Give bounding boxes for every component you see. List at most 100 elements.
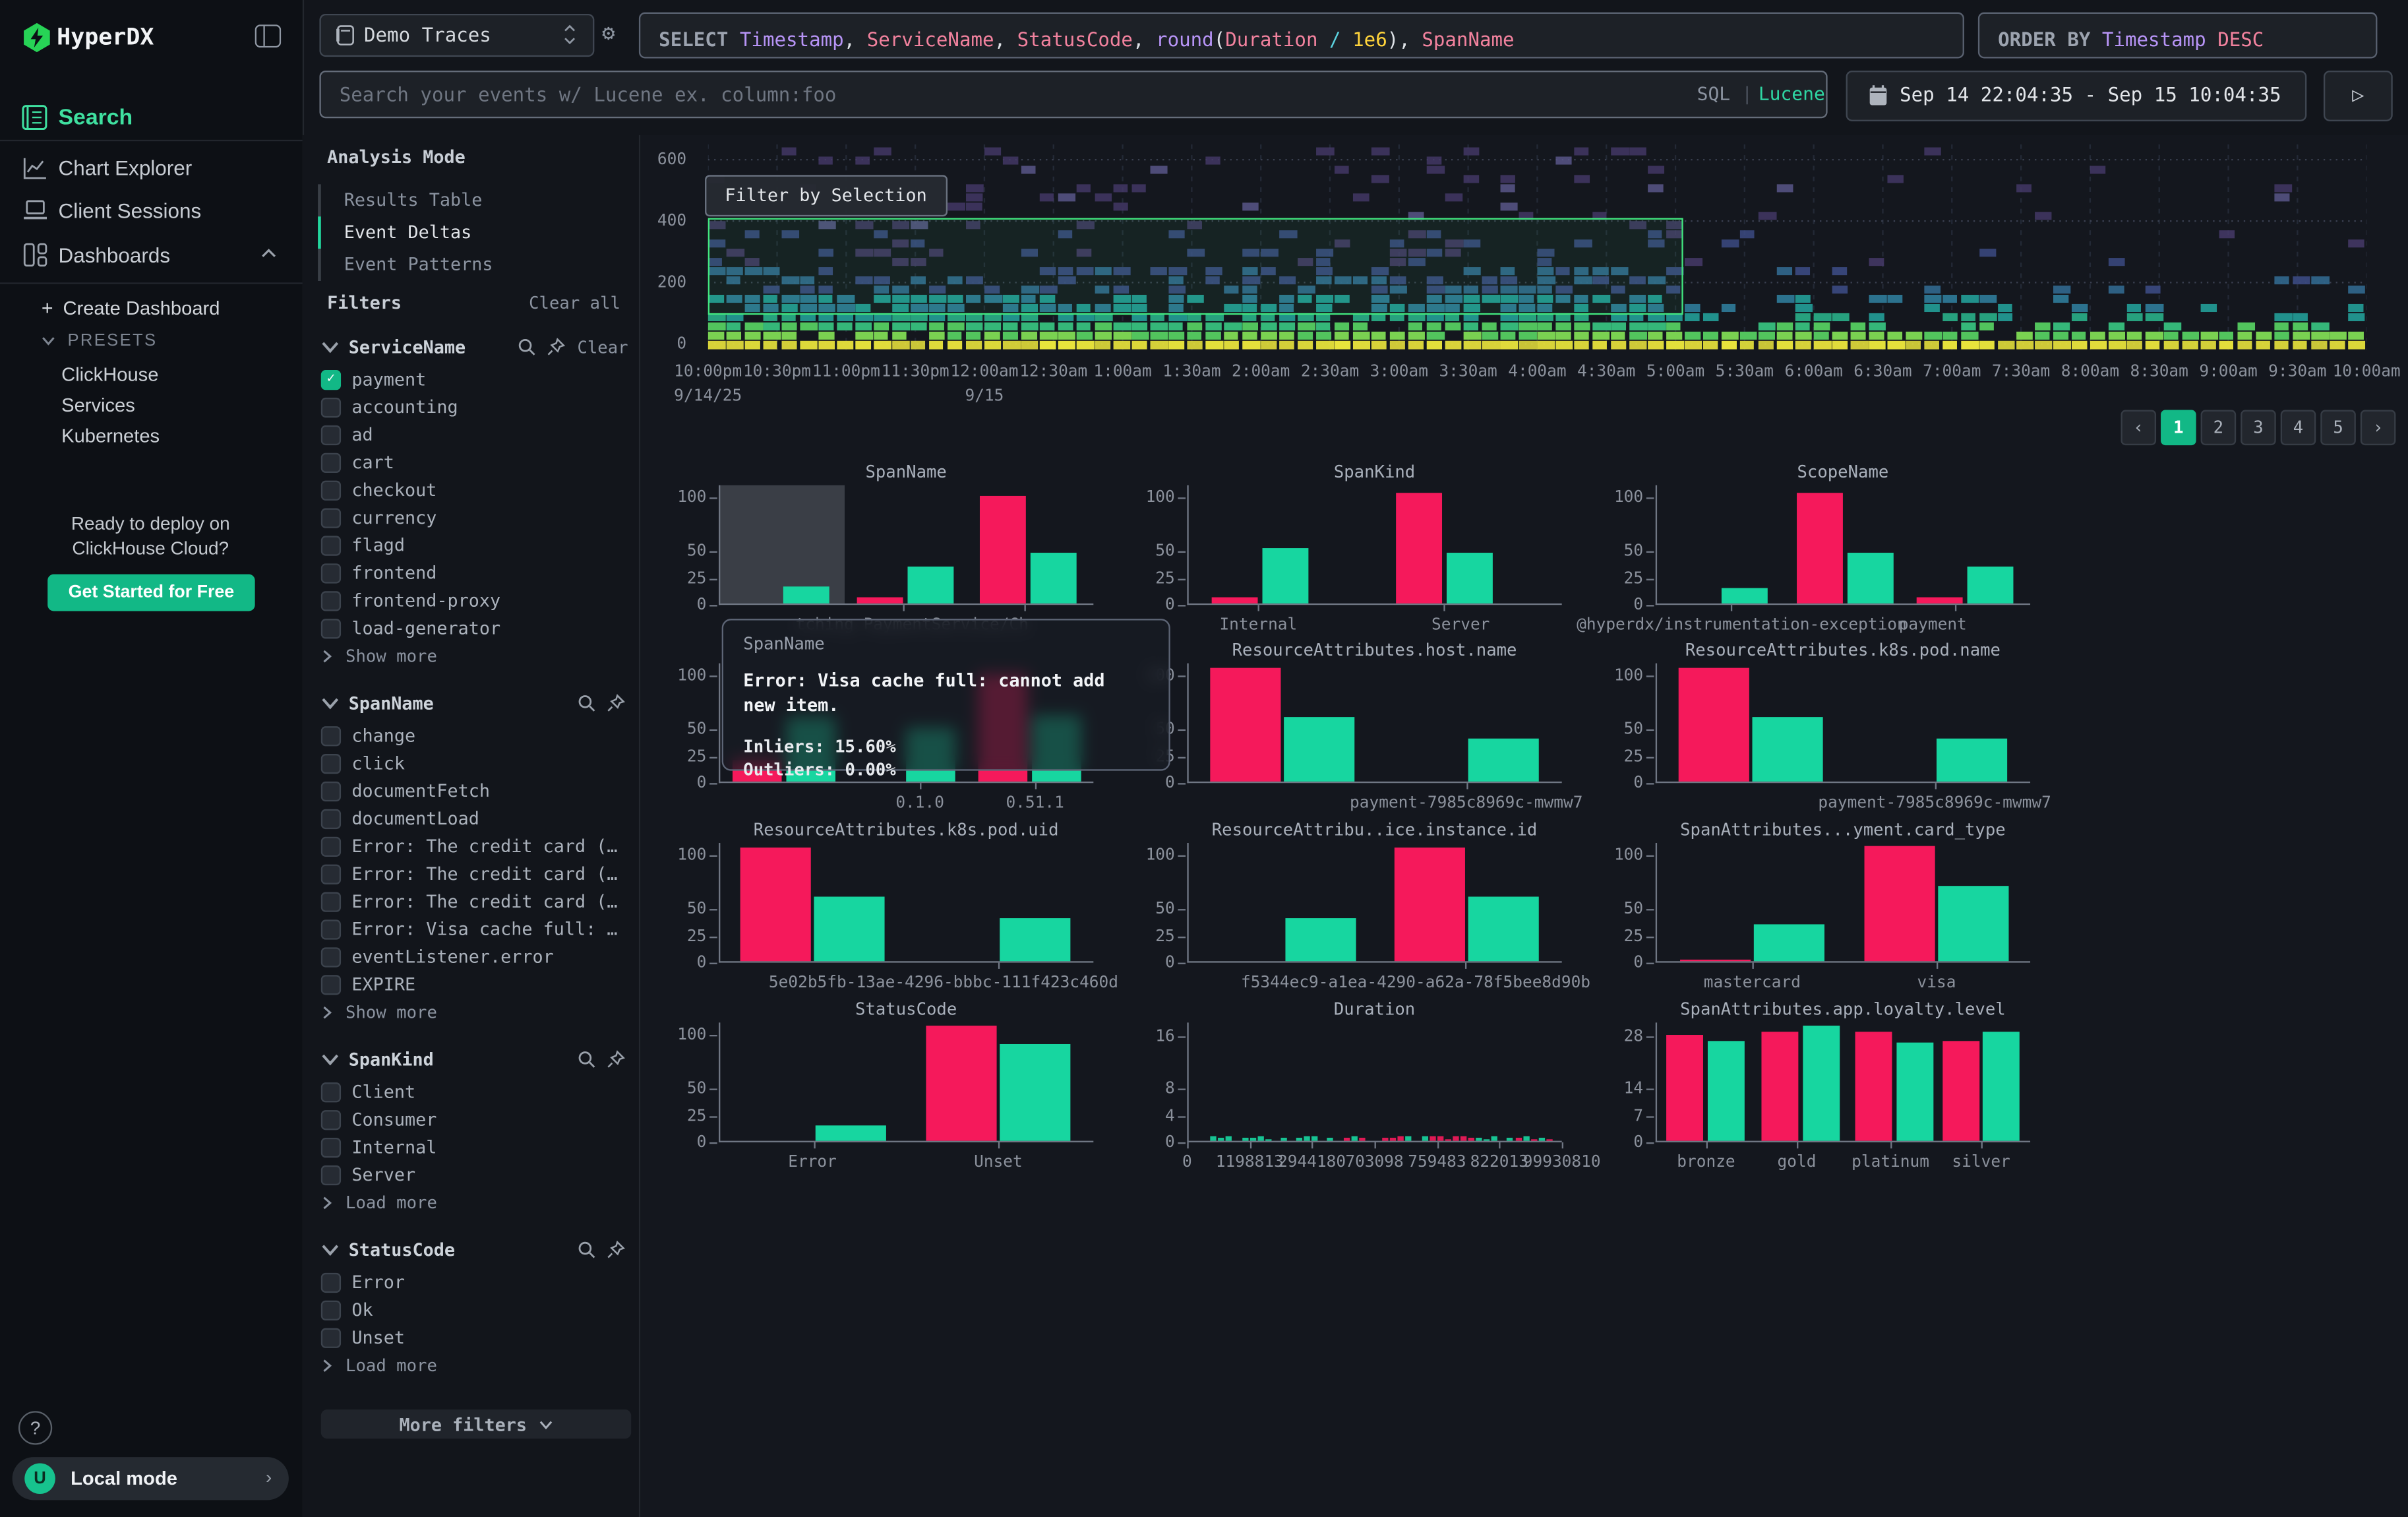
checkbox-unchecked[interactable]	[321, 425, 341, 445]
bar-inliers[interactable]	[1285, 918, 1356, 961]
bar-outliers[interactable]	[1212, 597, 1258, 604]
sidebar-item-kubernetes[interactable]: Kubernetes	[61, 425, 160, 447]
bar-inliers[interactable]	[1722, 588, 1768, 604]
page-button-1[interactable]: 1	[2161, 410, 2196, 446]
search-input[interactable]	[319, 71, 1827, 118]
pin-icon[interactable]	[607, 1241, 625, 1259]
create-dashboard-button[interactable]: Create Dashboard	[63, 298, 220, 320]
bar-inliers[interactable]	[783, 587, 829, 604]
filter-checkbox-row[interactable]: documentFetch	[321, 777, 628, 805]
filter-checkbox-row[interactable]: cart	[321, 449, 628, 476]
chevron-down-icon[interactable]	[321, 338, 340, 356]
source-select[interactable]: Demo Traces	[319, 14, 594, 57]
bar-outliers[interactable]	[1678, 668, 1749, 782]
show-more-link[interactable]: Show more	[321, 998, 628, 1026]
filter-checkbox-row[interactable]: Ok	[321, 1296, 628, 1324]
page-button-3[interactable]: 3	[2241, 410, 2276, 446]
checkbox-unchecked[interactable]	[321, 618, 341, 638]
sql-toggle[interactable]: SQL	[1697, 83, 1731, 105]
bar-inliers[interactable]	[1030, 552, 1076, 604]
filter-checkbox-row[interactable]: Consumer	[321, 1105, 628, 1133]
chevron-right-icon[interactable]: ›	[266, 1466, 272, 1488]
checkbox-unchecked[interactable]	[321, 397, 341, 417]
bar-outliers[interactable]	[1942, 1041, 1979, 1141]
filter-checkbox-row[interactable]: flagd	[321, 531, 628, 559]
checkbox-unchecked[interactable]	[321, 1327, 341, 1347]
bar-outliers[interactable]	[1864, 847, 1935, 961]
bar-outliers[interactable]	[857, 597, 903, 604]
sidebar-item-dashboards[interactable]: Dashboards	[59, 244, 171, 267]
sidebar-item-client-sessions[interactable]: Client Sessions	[59, 200, 202, 223]
sql-select-input[interactable]: SELECT Timestamp, ServiceName, StatusCod…	[639, 13, 1964, 59]
filter-checkbox-row[interactable]: accounting	[321, 393, 628, 421]
bar-inliers[interactable]	[1939, 886, 2009, 961]
bar-inliers[interactable]	[1000, 918, 1070, 961]
bar-inliers[interactable]	[1707, 1041, 1744, 1141]
get-started-button[interactable]: Get Started for Free	[47, 574, 255, 611]
heatmap-selection[interactable]	[708, 218, 1683, 315]
bar-inliers[interactable]	[1983, 1032, 2020, 1141]
sidebar-item-chart-explorer[interactable]: Chart Explorer	[59, 156, 193, 179]
help-button[interactable]: ?	[18, 1411, 52, 1444]
chevron-down-icon[interactable]	[321, 1241, 340, 1259]
sidebar-item-search[interactable]: Search	[59, 106, 133, 131]
bar-inliers[interactable]	[1755, 925, 1825, 961]
checkbox-unchecked[interactable]	[321, 563, 341, 582]
filter-checkbox-row[interactable]: ✓payment	[321, 365, 628, 393]
bar-inliers[interactable]	[1802, 1026, 1839, 1141]
checkbox-unchecked[interactable]	[321, 809, 341, 828]
filter-checkbox-row[interactable]: documentLoad	[321, 805, 628, 832]
show-more-link[interactable]: Load more	[321, 1189, 628, 1216]
filter-by-selection-button[interactable]: Filter by Selection	[705, 175, 947, 216]
bar-outliers[interactable]	[1680, 960, 1751, 961]
checkbox-unchecked[interactable]	[321, 452, 341, 472]
bar-inliers[interactable]	[1896, 1043, 1933, 1141]
checkbox-unchecked[interactable]	[321, 863, 341, 883]
filter-checkbox-row[interactable]: EXPIRE	[321, 970, 628, 998]
presets-label[interactable]: PRESETS	[67, 332, 157, 350]
bar-inliers[interactable]	[816, 1125, 886, 1140]
filter-checkbox-row[interactable]: Unset	[321, 1324, 628, 1351]
filter-checkbox-row[interactable]: Error: The credit card (…	[321, 888, 628, 915]
checkbox-unchecked[interactable]	[321, 1137, 341, 1157]
checkbox-unchecked[interactable]	[321, 1272, 341, 1292]
filter-checkbox-row[interactable]: frontend	[321, 559, 628, 586]
page-button-5[interactable]: 5	[2320, 410, 2356, 446]
checkbox-checked[interactable]: ✓	[321, 369, 341, 389]
bar-inliers[interactable]	[1468, 739, 1538, 782]
bar-inliers[interactable]	[907, 566, 953, 604]
checkbox-unchecked[interactable]	[321, 919, 341, 939]
bar-outliers[interactable]	[1666, 1035, 1703, 1140]
bar-inliers[interactable]	[1469, 897, 1540, 961]
checkbox-unchecked[interactable]	[321, 726, 341, 745]
user-avatar[interactable]: U	[24, 1463, 55, 1494]
bar-outliers[interactable]	[1395, 848, 1465, 961]
page-next-button[interactable]: ›	[2361, 410, 2396, 446]
collapse-sidebar-icon[interactable]	[255, 24, 282, 47]
checkbox-unchecked[interactable]	[321, 1165, 341, 1185]
bar-outliers[interactable]	[1210, 668, 1280, 782]
filter-checkbox-row[interactable]: Client	[321, 1078, 628, 1105]
search-icon[interactable]	[578, 1050, 596, 1068]
bar-outliers[interactable]	[1917, 597, 1963, 604]
checkbox-unchecked[interactable]	[321, 891, 341, 911]
checkbox-unchecked[interactable]	[321, 1109, 341, 1129]
search-icon[interactable]	[578, 694, 596, 712]
bar-outliers[interactable]	[926, 1026, 996, 1140]
chevron-down-icon[interactable]	[321, 1050, 340, 1068]
checkbox-unchecked[interactable]	[321, 753, 341, 773]
page-prev-button[interactable]: ‹	[2121, 410, 2156, 446]
search-icon[interactable]	[518, 338, 536, 356]
filter-checkbox-row[interactable]: checkout	[321, 476, 628, 504]
bar-outliers[interactable]	[740, 848, 810, 961]
filter-checkbox-row[interactable]: frontend-proxy	[321, 586, 628, 614]
bar-inliers[interactable]	[814, 897, 885, 961]
filter-checkbox-row[interactable]: Error	[321, 1268, 628, 1296]
bar-inliers[interactable]	[1446, 552, 1492, 604]
checkbox-unchecked[interactable]	[321, 836, 341, 856]
filter-checkbox-row[interactable]: Error: Visa cache full: …	[321, 915, 628, 943]
lucene-toggle[interactable]: Lucene	[1759, 83, 1825, 105]
filter-checkbox-row[interactable]: eventListener.error	[321, 943, 628, 970]
filter-checkbox-row[interactable]: Error: The credit card (…	[321, 832, 628, 860]
bar-inliers[interactable]	[1967, 566, 2013, 604]
